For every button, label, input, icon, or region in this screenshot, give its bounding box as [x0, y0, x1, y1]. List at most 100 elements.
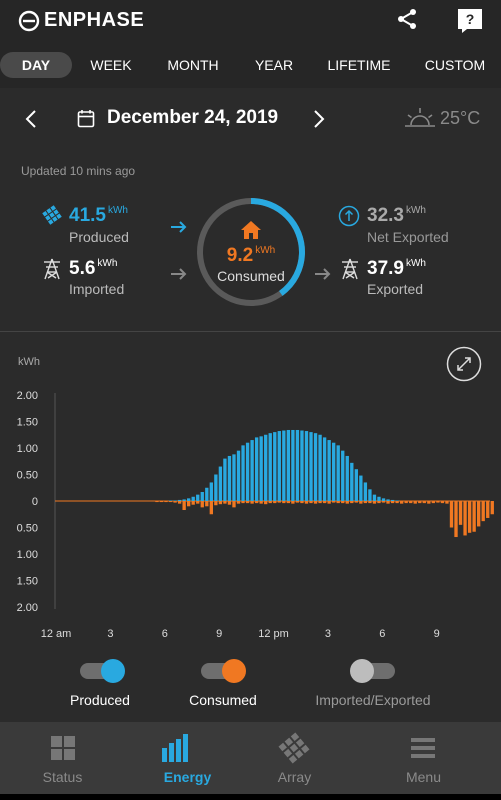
- produced-bar: [254, 437, 259, 501]
- consumed-bar: [481, 501, 485, 522]
- consumed-bar: [418, 501, 422, 504]
- help-icon[interactable]: ?: [457, 8, 483, 34]
- consumed-bar: [214, 501, 218, 506]
- consumed-bar: [354, 501, 358, 503]
- arrow-right-export-icon: [315, 268, 331, 280]
- consumed-bar: [200, 501, 204, 508]
- consumed-bar: [218, 501, 223, 505]
- produced-bar: [205, 487, 209, 501]
- brand-name: ENPHASE: [44, 9, 145, 31]
- nav-menu[interactable]: Menu: [375, 722, 500, 794]
- consumed-bar: [490, 501, 494, 515]
- produced-bar: [372, 494, 377, 501]
- produced-unit: kWh: [107, 205, 128, 216]
- consumed-bar: [187, 501, 191, 507]
- produced-bar: [377, 496, 381, 501]
- produced-bar: [332, 442, 336, 501]
- net-exported-stat: 32.3 kWh: [367, 205, 426, 227]
- x-tick-label: 6: [379, 628, 385, 640]
- consumed-bar: [232, 501, 236, 508]
- produced-bar: [295, 429, 300, 501]
- produced-bar: [381, 498, 386, 501]
- imported-unit: kWh: [97, 258, 118, 269]
- consumed-bar: [304, 501, 309, 504]
- x-tick-label: 9: [434, 628, 440, 640]
- net-exported-label: Net Exported: [367, 229, 449, 245]
- consumed-bar: [182, 501, 186, 511]
- nav-menu-label: Menu: [405, 769, 442, 785]
- tab-month[interactable]: MONTH: [160, 52, 226, 78]
- produced-bar: [277, 431, 281, 501]
- home-icon: [241, 221, 261, 239]
- consumed-bar: [286, 501, 291, 504]
- nav-status-label: Status: [42, 769, 83, 785]
- consumed-bar: [168, 501, 173, 503]
- produced-bar: [386, 499, 390, 501]
- consumed-bar: [173, 501, 177, 503]
- consumed-bar: [318, 501, 322, 504]
- produced-bar: [363, 482, 368, 501]
- produced-bar: [345, 455, 349, 501]
- imported-exported-toggle-icon[interactable]: [349, 658, 395, 684]
- partly-sunny-icon: [405, 108, 435, 127]
- x-tick-label: 12 am: [41, 628, 72, 640]
- x-tick-label: 3: [107, 628, 113, 640]
- consumed-bar: [359, 501, 363, 504]
- produced-label: Produced: [69, 229, 129, 245]
- consumed-bar: [440, 501, 445, 504]
- consumed-bar: [241, 501, 245, 504]
- y-tick-label: 0.50: [17, 523, 38, 535]
- tab-custom[interactable]: CUSTOM: [420, 52, 490, 78]
- nav-array[interactable]: Array: [250, 722, 375, 794]
- consumed-bar: [390, 501, 395, 504]
- tab-day[interactable]: DAY: [0, 52, 72, 78]
- section-divider: [0, 331, 501, 332]
- legend-consumed-label: Consumed: [189, 692, 257, 708]
- consumed-label: Consumed: [217, 268, 285, 284]
- consumed-bar: [422, 501, 426, 504]
- calendar-icon[interactable]: [77, 109, 95, 128]
- consumed-bar: [345, 501, 349, 504]
- previous-day-icon[interactable]: [24, 109, 38, 129]
- y-tick-label: 1.00: [17, 549, 38, 561]
- consumed-bar: [445, 501, 449, 504]
- next-day-icon[interactable]: [312, 109, 326, 129]
- tab-lifetime[interactable]: LIFETIME: [322, 52, 396, 78]
- consumed-bar: [209, 501, 213, 515]
- consumed-bar: [427, 501, 431, 504]
- consumed-bar: [259, 501, 263, 504]
- consumed-toggle-icon[interactable]: [201, 658, 247, 684]
- legend-imported-exported-label: Imported/Exported: [315, 692, 431, 708]
- consumed-bar: [205, 501, 209, 507]
- grid-icon: [51, 736, 75, 760]
- produced-bar: [282, 430, 286, 501]
- consumed-bar: [159, 501, 164, 503]
- tab-week[interactable]: WEEK: [78, 52, 144, 78]
- x-tick-label: 9: [216, 628, 222, 640]
- produced-bar: [291, 429, 295, 501]
- produced-bar: [241, 445, 245, 501]
- consumed-bar: [431, 501, 436, 504]
- exported-value: 37.9: [367, 258, 404, 279]
- tab-year[interactable]: YEAR: [245, 52, 303, 78]
- consumed-bar: [454, 501, 458, 538]
- produced-bar: [368, 489, 372, 501]
- consumed-unit: kWh: [255, 245, 276, 256]
- expand-chart-icon[interactable]: [446, 346, 482, 382]
- share-icon[interactable]: [396, 8, 418, 30]
- x-tick-label: 12 pm: [258, 628, 289, 640]
- produced-bar: [322, 437, 327, 501]
- nav-status[interactable]: Status: [0, 722, 125, 794]
- produced-bar: [223, 458, 227, 501]
- produced-bar: [395, 500, 399, 501]
- produced-toggle-icon[interactable]: [80, 658, 126, 684]
- date-label[interactable]: December 24, 2019: [107, 107, 278, 129]
- consumed-bar: [327, 501, 331, 504]
- produced-bar: [259, 436, 263, 501]
- consumed-bar: [395, 501, 399, 504]
- produced-bar: [264, 434, 268, 501]
- enphase-logo-icon: [18, 10, 40, 31]
- arrow-right-grey-icon: [171, 268, 187, 280]
- consumed-bar: [309, 501, 313, 504]
- consumed-bar: [196, 501, 200, 504]
